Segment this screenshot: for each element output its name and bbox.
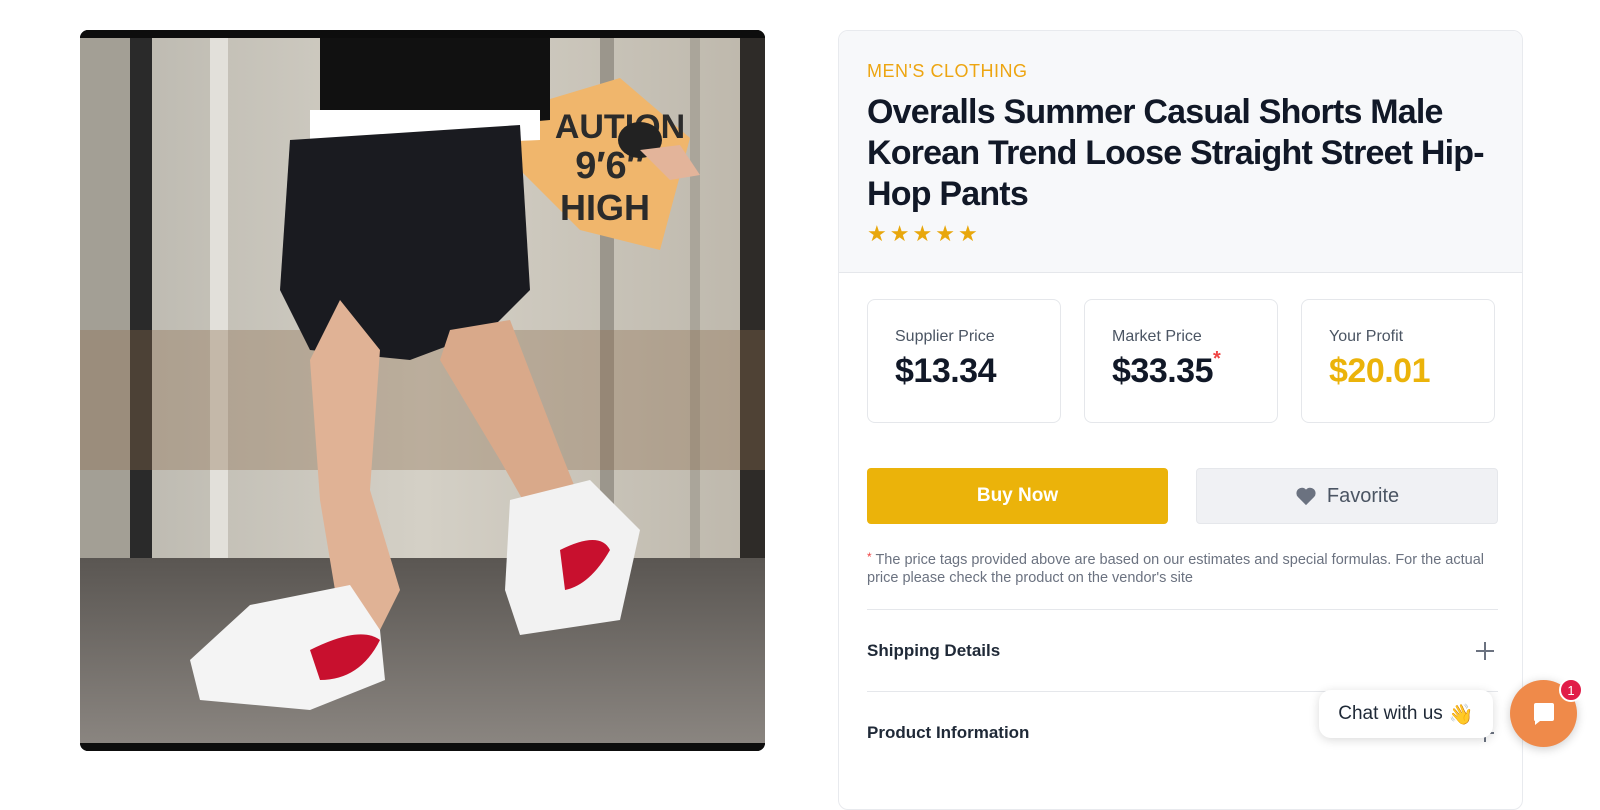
disclaimer-asterisk: * <box>867 550 872 564</box>
profit-card: Your Profit $20.01 <box>1301 299 1495 423</box>
chat-prompt-bubble[interactable]: Chat with us 👋 <box>1319 690 1493 738</box>
chat-prompt-label: Chat with us <box>1338 703 1443 724</box>
product-title: Overalls Summer Casual Shorts Male Korea… <box>867 93 1485 213</box>
profit-label: Your Profit <box>1329 328 1404 345</box>
market-price-card: Market Price $33.35* <box>1084 299 1278 423</box>
star-icon: ★ <box>912 221 933 246</box>
action-buttons: Buy Now Favorite <box>867 468 1498 524</box>
star-icon: ★ <box>889 221 910 246</box>
market-price-value: $33.35 <box>1112 352 1214 390</box>
plus-icon[interactable] <box>1476 641 1494 660</box>
supplier-price-card: Supplier Price $13.34 <box>867 299 1061 423</box>
market-price-label: Market Price <box>1112 328 1202 345</box>
buy-now-button[interactable]: Buy Now <box>867 468 1168 524</box>
chat-icon <box>1533 702 1554 725</box>
supplier-price-value: $13.34 <box>895 352 997 390</box>
star-icon: ★ <box>957 221 978 246</box>
supplier-price-label: Supplier Price <box>895 328 995 345</box>
chat-notification-badge: 1 <box>1559 678 1583 702</box>
star-icon: ★ <box>935 221 955 246</box>
accordion-label: Shipping Details <box>867 640 1001 660</box>
accordion-label: Product Information <box>867 722 1030 742</box>
star-icon: ★ <box>867 221 887 246</box>
product-category: MEN'S CLOTHING <box>867 61 1028 81</box>
product-image[interactable]: AUTION 9′6″ HIGH <box>80 30 765 751</box>
profit-value: $20.01 <box>1329 352 1431 390</box>
heart-icon <box>1296 487 1316 506</box>
price-disclaimer: * The price tags provided above are base… <box>867 550 1487 587</box>
market-price-value-wrap: $33.35* <box>1112 348 1250 391</box>
wave-icon: 👋 <box>1448 703 1474 726</box>
product-header: MEN'S CLOTHING Overalls Summer Casual Sh… <box>839 31 1522 273</box>
product-photo-illustration: AUTION 9′6″ HIGH <box>80 30 765 751</box>
price-cards: Supplier Price $13.34 Market Price $33.3… <box>867 299 1495 423</box>
accordion-shipping-details[interactable]: Shipping Details <box>867 609 1498 691</box>
sign-line-3: HIGH <box>560 187 650 228</box>
favorite-button[interactable]: Favorite <box>1196 468 1498 524</box>
rating-stars: ★ ★ ★ ★ ★ <box>867 223 1494 245</box>
market-price-asterisk: * <box>1213 348 1221 370</box>
favorite-label: Favorite <box>1326 484 1400 507</box>
disclaimer-text: The price tags provided above are based … <box>867 552 1484 586</box>
